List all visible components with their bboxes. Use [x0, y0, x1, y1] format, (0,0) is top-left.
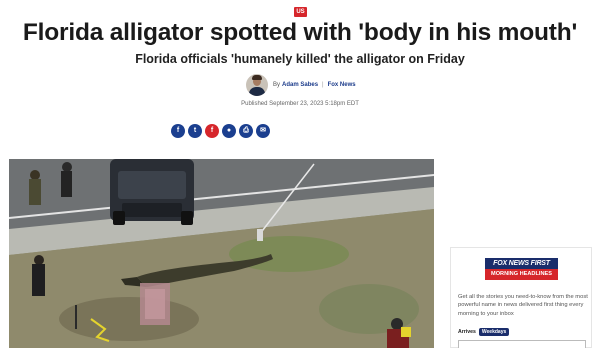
arrives-label: Arrives	[458, 329, 476, 335]
avatar-body	[249, 87, 265, 96]
article-photo[interactable]	[9, 159, 434, 348]
author-avatar[interactable]	[246, 74, 268, 96]
facebook-icon[interactable]: f	[171, 124, 185, 138]
byline-prefix: By	[273, 82, 281, 88]
newsletter-signup-ad: FOX NEWS FIRST MORNING HEADLINES Get all…	[450, 247, 592, 348]
outlet-link[interactable]: Fox News	[328, 82, 356, 88]
comments-icon[interactable]: ●	[222, 124, 236, 138]
author-link[interactable]: Adam Sabes	[282, 82, 318, 88]
publish-date: Published September 23, 2023 5:18pm EDT	[241, 101, 359, 107]
email-icon[interactable]: ✉	[256, 124, 270, 138]
byline-separator: |	[322, 82, 324, 88]
aerial-scene-image	[9, 159, 434, 348]
email-field[interactable]	[458, 340, 586, 348]
newsletter-frequency: Arrives Weekdays	[458, 328, 510, 336]
print-icon[interactable]: ⎙	[239, 124, 253, 138]
newsletter-brand: FOX NEWS FIRST	[485, 258, 558, 269]
subheadline: Florida officials 'humanely killed' the …	[135, 52, 465, 66]
share-bar: f t f ● ⎙ ✉	[171, 124, 270, 138]
frequency-badge: Weekdays	[478, 328, 510, 336]
avatar-hair	[252, 75, 262, 80]
twitter-icon[interactable]: t	[188, 124, 202, 138]
flipboard-icon[interactable]: f	[205, 124, 219, 138]
newsletter-description: Get all the stories you need-to-know fro…	[458, 294, 588, 317]
newsletter-subtitle: MORNING HEADLINES	[485, 269, 558, 280]
category-badge[interactable]: US	[294, 7, 307, 17]
headline: Florida alligator spotted with 'body in …	[22, 19, 578, 46]
byline: By Adam Sabes | Fox News	[246, 73, 356, 97]
newsletter-logo: FOX NEWS FIRST MORNING HEADLINES	[485, 258, 558, 281]
